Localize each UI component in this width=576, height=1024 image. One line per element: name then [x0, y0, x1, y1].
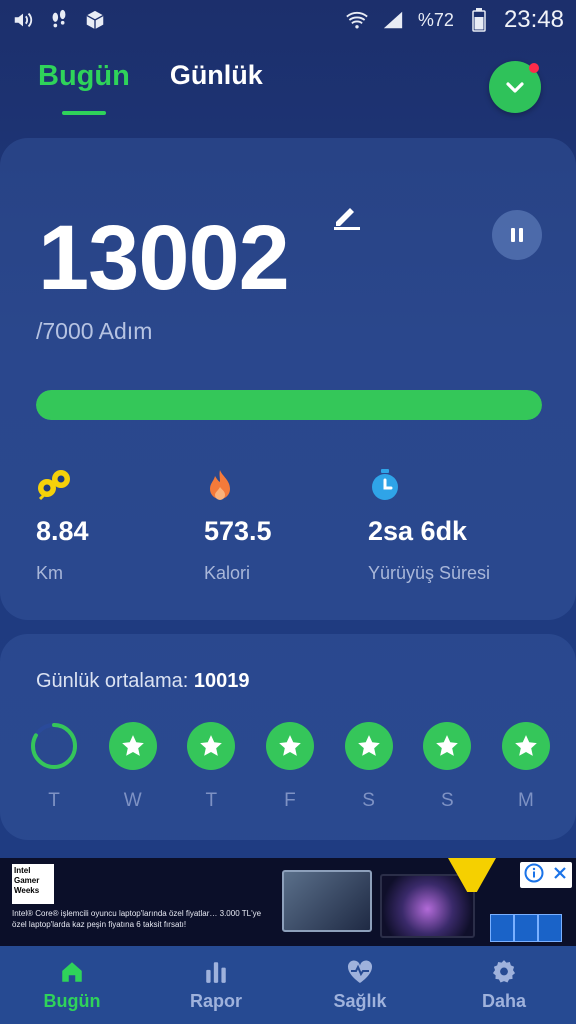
- stopwatch-icon: [368, 468, 402, 502]
- gear-icon: [492, 959, 516, 983]
- nav-label: Rapor: [189, 990, 242, 1011]
- battery-percent: %72: [417, 9, 454, 30]
- step-progress-fill: [36, 390, 542, 420]
- distance-label: Km: [36, 563, 63, 583]
- laptop-image: [380, 874, 475, 938]
- nav-label: Daha: [481, 990, 526, 1011]
- volume-icon: [12, 9, 34, 31]
- ad-controls: [520, 862, 572, 888]
- day-item[interactable]: F: [265, 722, 314, 812]
- signal-icon: [382, 9, 404, 31]
- edit-icon[interactable]: [330, 200, 362, 237]
- nav-label: Bugün: [43, 990, 101, 1011]
- calories-value: 573.5: [204, 516, 272, 546]
- day-label: T: [48, 790, 60, 811]
- bar-chart-icon: [206, 961, 226, 983]
- nav-rapor[interactable]: Rapor: [161, 959, 271, 1012]
- product-box-image: [490, 914, 514, 942]
- calories-label: Kalori: [204, 563, 251, 583]
- ad-banner[interactable]: Intel Gamer Weeks Intel® Core® işlemcili…: [0, 858, 576, 946]
- heart-pulse-icon: [347, 959, 373, 983]
- star-icon: [501, 722, 550, 770]
- tab-gunluk[interactable]: Günlük: [170, 60, 263, 93]
- product-box-image: [538, 914, 562, 942]
- partial-progress-ring: [30, 722, 78, 770]
- walk-time-value: 2sa 6dk: [368, 516, 468, 546]
- close-icon[interactable]: [552, 865, 568, 886]
- day-item[interactable]: W: [108, 722, 157, 812]
- day-item[interactable]: T: [187, 722, 236, 812]
- day-label: S: [362, 790, 375, 811]
- day-label: W: [123, 790, 142, 811]
- daily-average: Günlük ortalama: 10019: [36, 670, 249, 693]
- star-icon: [108, 722, 157, 770]
- header-tabs: Bugün Günlük: [38, 60, 263, 115]
- day-label: F: [284, 790, 296, 811]
- footsteps-icon: [48, 9, 70, 31]
- product-box-image: [514, 914, 538, 942]
- stat-walk-time: 2sa 6dk Yürüyüş Süresi: [368, 468, 490, 584]
- day-label: T: [205, 790, 218, 811]
- step-count: 13002: [38, 207, 290, 309]
- day-label: S: [440, 790, 454, 811]
- star-icon: [423, 722, 472, 770]
- daily-average-label: Günlük ortalama:: [36, 670, 189, 692]
- tab-bugun[interactable]: Bugün: [38, 60, 130, 115]
- distance-icon: [36, 468, 70, 502]
- flame-icon: [204, 468, 238, 502]
- pause-icon: [511, 228, 523, 242]
- nav-saglik[interactable]: Sağlık: [305, 959, 415, 1012]
- day-item[interactable]: M: [501, 722, 550, 812]
- nav-daha[interactable]: Daha: [449, 959, 559, 1012]
- battery-icon: [468, 8, 490, 32]
- day-label: M: [518, 790, 534, 811]
- day-item[interactable]: S: [344, 722, 393, 812]
- step-goal: /7000 Adım: [36, 318, 153, 344]
- bottom-nav: Bugün Rapor Sağlık Daha: [0, 946, 576, 1024]
- goal-check-button[interactable]: [489, 61, 541, 113]
- stat-distance: 8.84 Km: [36, 468, 89, 584]
- ad-text: Intel® Core® işlemcili oyuncu laptop'lar…: [12, 909, 262, 929]
- laptop-image: [282, 870, 372, 932]
- star-icon: [265, 722, 314, 770]
- weekly-card: Günlük ortalama: 10019 T W T F S S M: [0, 634, 576, 840]
- status-bar: %72 23:48: [0, 0, 576, 40]
- today-card: 13002 /7000 Adım 8.84 Km 573.5 Kalori 2s…: [0, 138, 576, 620]
- ad-logo: Intel Gamer Weeks: [12, 864, 54, 904]
- chevron-down-icon: [506, 82, 524, 93]
- info-icon[interactable]: [524, 863, 544, 888]
- nav-label: Sağlık: [333, 990, 387, 1011]
- home-icon: [62, 961, 82, 982]
- nav-bugun[interactable]: Bugün: [17, 959, 127, 1012]
- wifi-icon: [346, 9, 368, 31]
- star-icon: [187, 722, 236, 770]
- pause-button[interactable]: [492, 210, 542, 260]
- stat-calories: 573.5 Kalori: [204, 468, 272, 584]
- distance-value: 8.84: [36, 516, 89, 546]
- box-icon: [84, 9, 106, 31]
- notification-dot: [529, 63, 539, 73]
- step-progress-bar: [36, 390, 542, 420]
- day-item[interactable]: T: [30, 722, 78, 812]
- week-days: T W T F S S M: [30, 722, 550, 812]
- daily-average-value: 10019: [193, 670, 250, 692]
- clock: 23:48: [503, 6, 564, 33]
- walk-time-label: Yürüyüş Süresi: [368, 563, 491, 583]
- star-icon: [344, 722, 393, 770]
- day-item[interactable]: S: [423, 722, 472, 812]
